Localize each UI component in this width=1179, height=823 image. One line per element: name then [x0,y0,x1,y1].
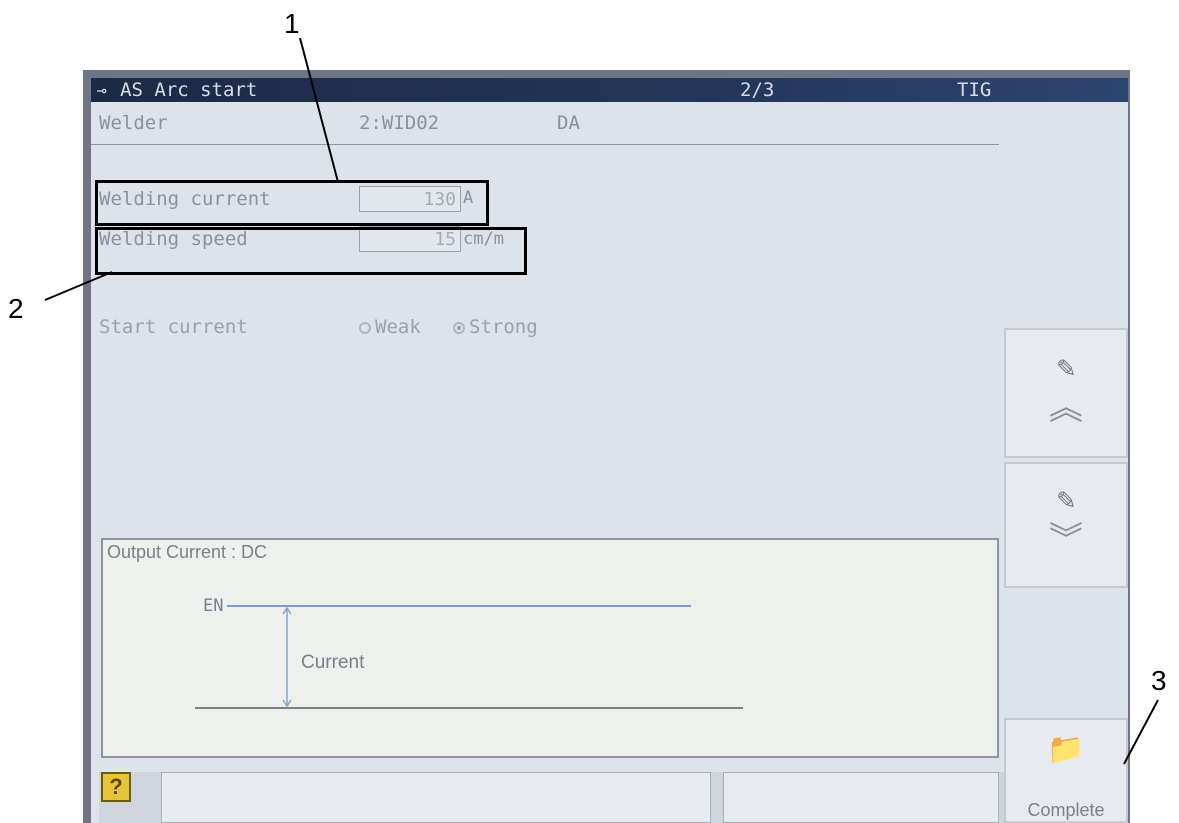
leader-3 [1123,699,1159,765]
leader-1 [299,37,339,183]
leader-2 [44,271,113,301]
callout-leaders [44,37,1159,765]
